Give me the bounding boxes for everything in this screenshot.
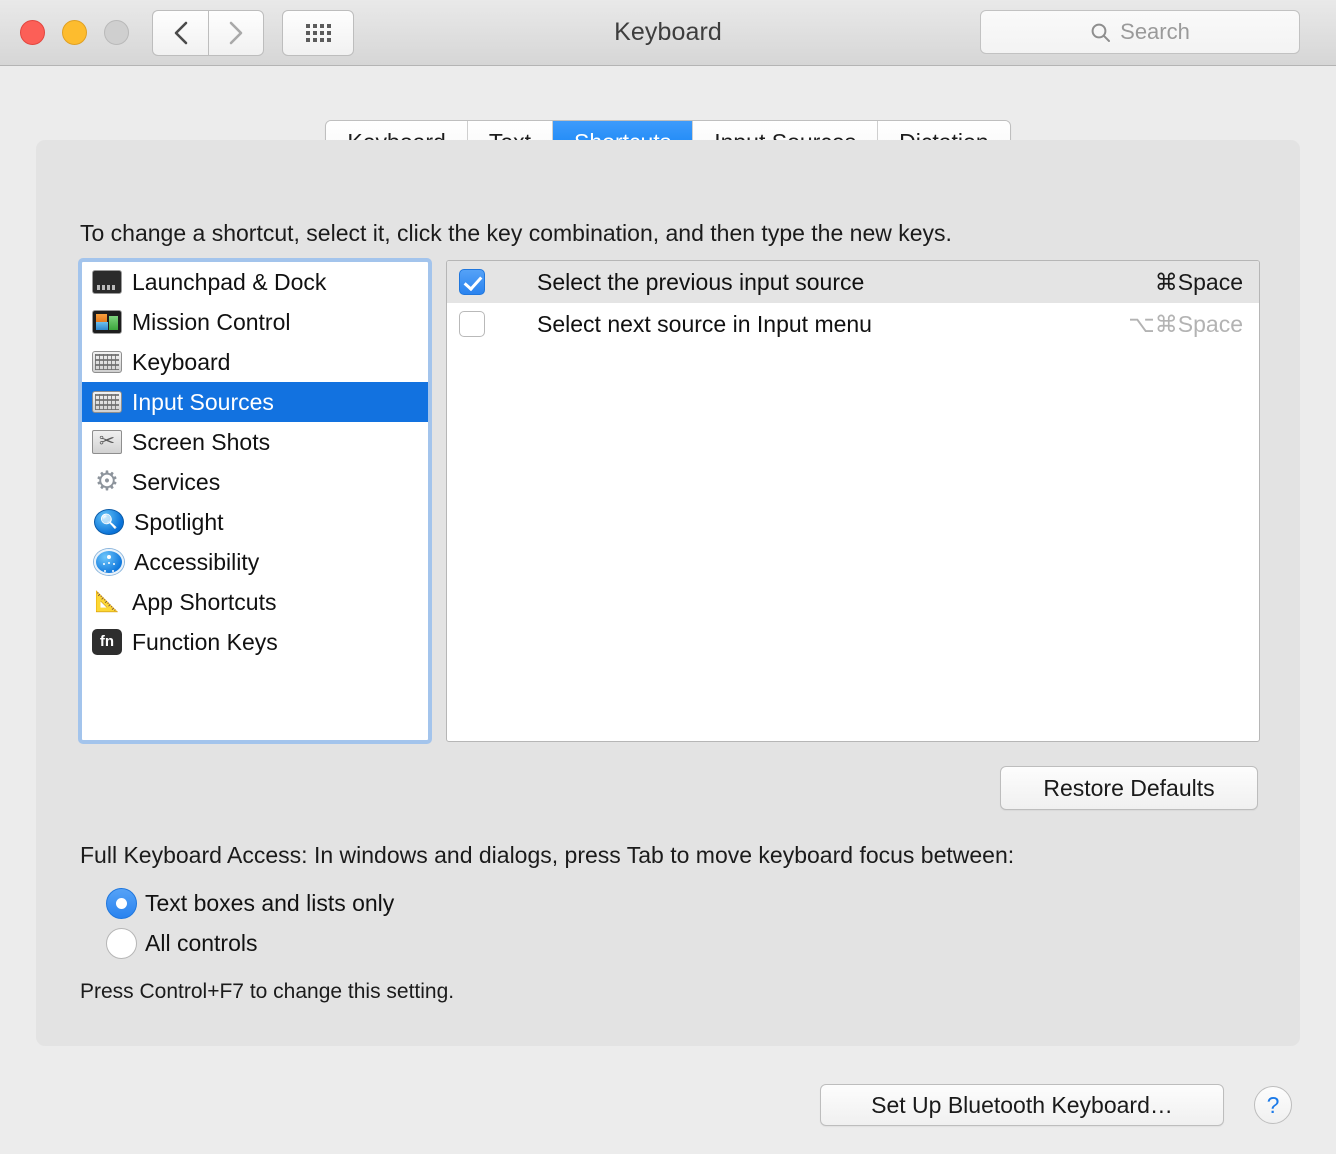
sidebar-item-services[interactable]: Services bbox=[82, 462, 428, 502]
sidebar-item-mission-control[interactable]: Mission Control bbox=[82, 302, 428, 342]
accessibility-person-icon bbox=[94, 549, 124, 575]
shortcuts-pane: To change a shortcut, select it, click t… bbox=[36, 140, 1300, 1046]
spotlight-magnifier-icon bbox=[94, 509, 124, 535]
sidebar-item-function-keys[interactable]: Function Keys bbox=[82, 622, 428, 662]
sidebar-item-app-shortcuts[interactable]: App Shortcuts bbox=[82, 582, 428, 622]
sidebar-item-label: Launchpad & Dock bbox=[132, 269, 326, 296]
sidebar-item-label: Accessibility bbox=[134, 549, 259, 576]
sidebar-item-screen-shots[interactable]: Screen Shots bbox=[82, 422, 428, 462]
shortcut-enabled-checkbox[interactable] bbox=[459, 311, 485, 337]
app-shortcuts-ruler-pencil-icon bbox=[92, 589, 122, 615]
keyboard-icon bbox=[92, 351, 122, 373]
mission-control-icon bbox=[92, 310, 122, 334]
keyboard-access-hint: Press Control+F7 to change this setting. bbox=[80, 980, 454, 1004]
launchpad-dock-icon bbox=[92, 270, 122, 294]
sidebar-item-label: Spotlight bbox=[134, 509, 224, 536]
screenshot-scissors-icon bbox=[92, 430, 122, 454]
search-placeholder: Search bbox=[1120, 19, 1190, 45]
shortcut-title: Select the previous input source bbox=[537, 269, 1155, 296]
sidebar-item-accessibility[interactable]: Accessibility bbox=[82, 542, 428, 582]
sidebar-item-label: Services bbox=[132, 469, 220, 496]
sidebar-item-label: Screen Shots bbox=[132, 429, 270, 456]
radio-label: Text boxes and lists only bbox=[145, 890, 394, 917]
search-input[interactable]: Search bbox=[980, 10, 1300, 54]
window-titlebar: Keyboard Search bbox=[0, 0, 1336, 66]
sidebar-item-label: Function Keys bbox=[132, 629, 278, 656]
full-keyboard-access-label: Full Keyboard Access: In windows and dia… bbox=[80, 842, 1014, 869]
input-sources-keyboard-icon bbox=[92, 391, 122, 413]
sidebar-item-label: Keyboard bbox=[132, 349, 230, 376]
radio-text-boxes-and-lists-only[interactable]: Text boxes and lists only bbox=[106, 888, 394, 919]
gear-icon bbox=[92, 469, 122, 495]
radio-all-controls[interactable]: All controls bbox=[106, 928, 257, 959]
shortcut-key-combination[interactable]: ⌥⌘Space bbox=[1128, 311, 1243, 338]
shortcut-enabled-checkbox[interactable] bbox=[459, 269, 485, 295]
shortcut-categories-list[interactable]: Launchpad & Dock Mission Control Keyboar… bbox=[78, 258, 432, 744]
function-keys-fn-icon bbox=[92, 629, 122, 655]
restore-defaults-button[interactable]: Restore Defaults bbox=[1000, 766, 1258, 810]
instructions-text: To change a shortcut, select it, click t… bbox=[80, 220, 952, 247]
shortcuts-list[interactable]: Select the previous input source ⌘Space … bbox=[446, 260, 1260, 742]
search-icon bbox=[1090, 22, 1111, 43]
sidebar-item-launchpad-dock[interactable]: Launchpad & Dock bbox=[82, 262, 428, 302]
sidebar-item-spotlight[interactable]: Spotlight bbox=[82, 502, 428, 542]
table-row[interactable]: Select next source in Input menu ⌥⌘Space bbox=[447, 303, 1259, 345]
sidebar-item-keyboard[interactable]: Keyboard bbox=[82, 342, 428, 382]
set-up-bluetooth-keyboard-button[interactable]: Set Up Bluetooth Keyboard… bbox=[820, 1084, 1224, 1126]
radio-button[interactable] bbox=[106, 928, 137, 959]
table-row[interactable]: Select the previous input source ⌘Space bbox=[447, 261, 1259, 303]
sidebar-item-label: Mission Control bbox=[132, 309, 291, 336]
radio-label: All controls bbox=[145, 930, 257, 957]
radio-button[interactable] bbox=[106, 888, 137, 919]
help-button[interactable]: ? bbox=[1254, 1086, 1292, 1124]
sidebar-item-label: Input Sources bbox=[132, 389, 274, 416]
shortcut-title: Select next source in Input menu bbox=[537, 311, 1128, 338]
shortcut-key-combination[interactable]: ⌘Space bbox=[1155, 269, 1243, 296]
sidebar-item-label: App Shortcuts bbox=[132, 589, 276, 616]
sidebar-item-input-sources[interactable]: Input Sources bbox=[82, 382, 428, 422]
